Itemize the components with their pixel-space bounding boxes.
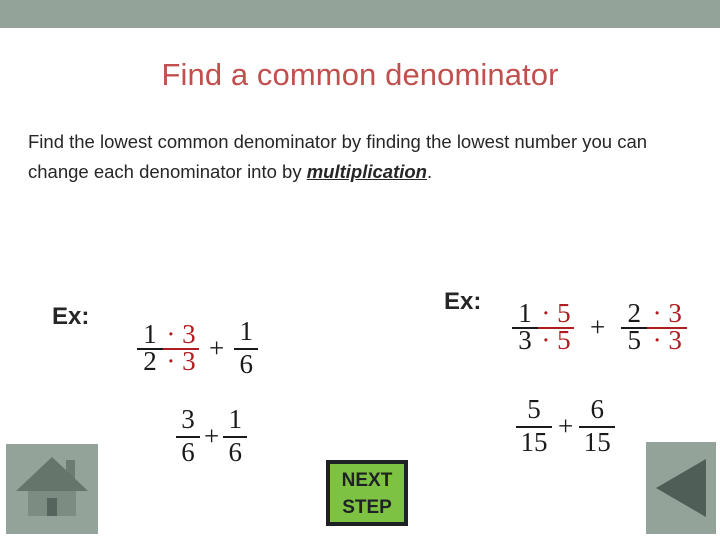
left-example-step2: 3 6 + 1 6 bbox=[176, 404, 248, 467]
body-text-after: . bbox=[426, 161, 433, 182]
next-step-button[interactable]: NEXT STEP bbox=[326, 460, 408, 526]
fraction-with-multiplier: 1 · 3 2 · 3 bbox=[137, 321, 199, 375]
denominator: 6 bbox=[239, 349, 253, 379]
numerator: 3 bbox=[181, 404, 195, 434]
denominator: 15 bbox=[583, 427, 611, 457]
denominator: 15 bbox=[520, 427, 548, 457]
numerator-main: 1 bbox=[143, 319, 157, 349]
left-example-step1: 1 · 3 2 · 3 + 1 6 bbox=[137, 316, 259, 379]
denominator-multiplier: · 3 bbox=[652, 325, 682, 355]
denominator-main: 5 bbox=[627, 325, 641, 355]
fraction-simple: 1 6 bbox=[234, 316, 259, 379]
denominator: 6 bbox=[181, 437, 195, 467]
operator-plus: + bbox=[558, 410, 574, 441]
denominator-multiplier: · 3 bbox=[166, 346, 196, 376]
home-icon bbox=[16, 457, 88, 516]
operator-plus: + bbox=[590, 311, 606, 342]
numerator-multiplier: · 3 bbox=[652, 298, 682, 328]
operator-plus: + bbox=[204, 420, 220, 451]
fraction-simple: 1 6 bbox=[223, 404, 248, 467]
numerator: 1 bbox=[228, 404, 242, 434]
denominator-multiplier: · 5 bbox=[541, 325, 571, 355]
numerator-multiplier: · 3 bbox=[166, 319, 196, 349]
numerator: 5 bbox=[527, 394, 541, 424]
body-text-emphasis: multiplication bbox=[306, 161, 427, 182]
top-decorative-band bbox=[0, 0, 720, 28]
body-paragraph: Find the lowest common denominator by fi… bbox=[28, 127, 676, 187]
fraction-simple: 5 15 bbox=[516, 396, 552, 456]
denominator-main: 2 bbox=[143, 346, 157, 376]
numerator-multiplier: · 5 bbox=[541, 298, 571, 328]
numerator: 6 bbox=[590, 394, 604, 424]
right-example-step1: 1 · 5 3 · 5 + 2 · 3 5 · 3 bbox=[512, 298, 688, 355]
fraction-with-multiplier: 2 · 3 5 · 3 bbox=[621, 298, 688, 355]
example-label-right: Ex: bbox=[444, 288, 482, 315]
operator-plus: + bbox=[209, 332, 225, 363]
numerator-main: 1 bbox=[518, 298, 532, 328]
numerator: 1 bbox=[239, 316, 253, 346]
home-button[interactable] bbox=[6, 444, 98, 534]
back-button[interactable] bbox=[646, 442, 716, 534]
denominator: 6 bbox=[228, 437, 242, 467]
right-example-step2: 5 15 + 6 15 bbox=[516, 394, 616, 457]
triangle-left-icon bbox=[656, 459, 706, 517]
numerator-main: 2 bbox=[627, 298, 641, 328]
next-step-line2: STEP bbox=[342, 497, 392, 518]
fraction-with-multiplier: 1 · 5 3 · 5 bbox=[512, 300, 574, 354]
page-title: Find a common denominator bbox=[161, 57, 559, 92]
next-step-line1: NEXT bbox=[341, 470, 393, 491]
fraction-simple: 3 6 bbox=[176, 406, 200, 466]
example-label-left: Ex: bbox=[52, 303, 90, 330]
denominator-main: 3 bbox=[518, 325, 532, 355]
fraction-simple: 6 15 bbox=[579, 394, 616, 457]
